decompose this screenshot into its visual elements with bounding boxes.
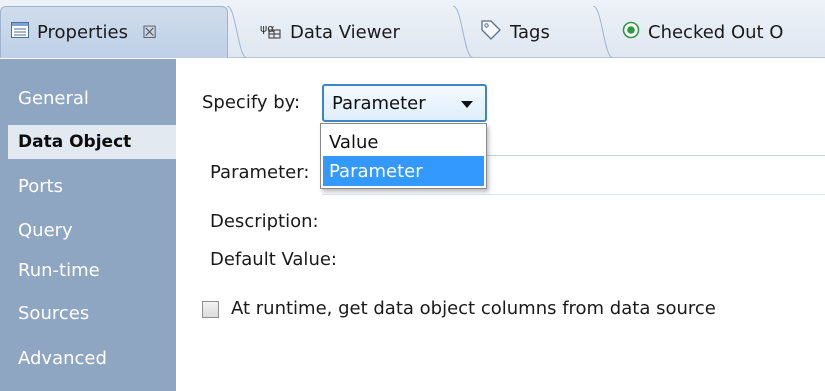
tab-tags[interactable]: Tags: [470, 6, 610, 58]
tab-tags-label: Tags: [510, 21, 550, 43]
data-viewer-icon: ψα: [260, 21, 282, 44]
sidebar-item-label: Query: [18, 219, 73, 241]
description-label: Description:: [210, 211, 319, 232]
specify-by-dropdown: Value Parameter: [320, 123, 487, 189]
option-label: Parameter: [329, 160, 423, 182]
sidebar-item-sources[interactable]: Sources: [8, 296, 176, 330]
close-tab-icon[interactable]: ☒: [142, 23, 157, 43]
tag-icon: [480, 19, 502, 46]
tab-separator: [226, 5, 248, 59]
option-parameter[interactable]: Parameter: [323, 156, 484, 186]
parameter-label: Parameter:: [210, 162, 310, 183]
chevron-down-icon: [461, 101, 473, 108]
sidebar-item-label: General: [18, 87, 89, 109]
svg-text:ψα: ψα: [260, 22, 275, 35]
sidebar-item-run-time[interactable]: Run-time: [8, 253, 176, 287]
runtime-columns-label: At runtime, get data object columns from…: [231, 298, 716, 319]
runtime-columns-checkbox[interactable]: [202, 301, 219, 318]
data-object-panel: Specify by: Parameter Parameter: Value P…: [176, 59, 825, 391]
default-value-label: Default Value:: [210, 249, 337, 270]
tab-checked-out-label: Checked Out O: [648, 21, 784, 43]
sidebar-item-label: Ports: [18, 175, 64, 197]
sidebar-item-label: Advanced: [18, 347, 107, 369]
tab-properties[interactable]: Properties ☒: [0, 6, 228, 58]
specify-by-select[interactable]: Parameter: [322, 84, 487, 122]
tab-data-viewer[interactable]: ψα Data Viewer: [250, 6, 456, 58]
specify-by-value: Parameter: [332, 92, 426, 114]
tab-properties-label: Properties: [37, 22, 128, 43]
sidebar-item-query[interactable]: Query: [8, 213, 176, 247]
sidebar-item-advanced[interactable]: Advanced: [8, 341, 176, 375]
checked-out-icon: [622, 21, 640, 44]
specify-by-label: Specify by:: [202, 92, 301, 113]
sidebar-item-label: Data Object: [18, 132, 132, 152]
tab-checked-out[interactable]: Checked Out O: [612, 6, 825, 58]
sidebar-item-ports[interactable]: Ports: [8, 169, 176, 203]
tab-data-viewer-label: Data Viewer: [290, 21, 400, 43]
sidebar-item-label: Run-time: [18, 259, 100, 281]
option-value[interactable]: Value: [323, 127, 484, 157]
sidebar-item-data-object[interactable]: Data Object: [8, 125, 176, 159]
sidebar-item-general[interactable]: General: [8, 81, 176, 115]
properties-sidebar: General Data Object Ports Query Run-time…: [0, 59, 176, 391]
properties-icon: [11, 22, 29, 43]
sidebar-item-label: Sources: [18, 302, 90, 324]
editor-tab-strip: Properties ☒ ψα Data Viewer Tags Checked…: [0, 0, 825, 59]
option-label: Value: [329, 131, 379, 153]
tab-separator: [592, 5, 614, 59]
